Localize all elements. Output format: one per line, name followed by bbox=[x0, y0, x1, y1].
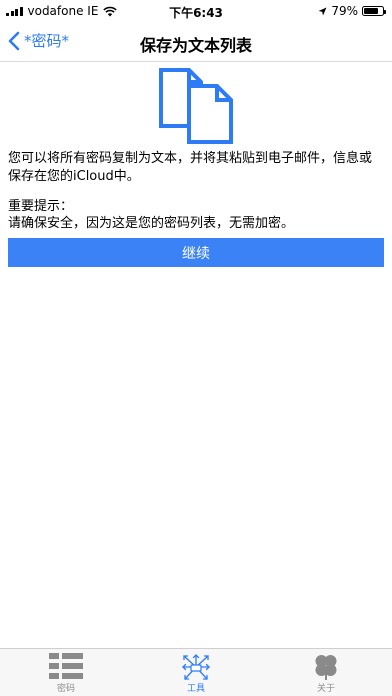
tab-bar: 密码 工具 关于 bbox=[0, 648, 392, 696]
tab-about[interactable]: 关于 bbox=[286, 649, 366, 696]
page-title: 保存为文本列表 bbox=[139, 36, 252, 55]
note-body: 请确保安全，因为这是您的密码列表，无需加密。 bbox=[8, 216, 295, 231]
clover-icon bbox=[315, 655, 337, 680]
battery-percent: 79% bbox=[331, 4, 358, 18]
tab-label: 关于 bbox=[316, 684, 335, 694]
description-text: 您可以将所有密码复制为文本，并将其粘贴到电子邮件，信息或保存在您的iCloud中… bbox=[8, 151, 373, 184]
status-right: 79% bbox=[318, 4, 386, 18]
nav-bar: *密码* 保存为文本列表 bbox=[0, 22, 392, 62]
note-title: 重要提示： bbox=[8, 199, 74, 214]
copy-documents-icon bbox=[159, 68, 233, 144]
battery-fill bbox=[364, 8, 379, 14]
status-bar: vodafone IE 下午6:43 79% bbox=[0, 0, 392, 22]
tab-tools[interactable]: 工具 bbox=[156, 649, 236, 696]
list-icon bbox=[49, 653, 83, 679]
tab-label: 密码 bbox=[56, 684, 75, 694]
location-icon bbox=[318, 7, 327, 15]
tab-passwords[interactable]: 密码 bbox=[26, 649, 106, 696]
tools-icon bbox=[182, 654, 210, 680]
tab-label: 工具 bbox=[186, 684, 205, 694]
battery-icon bbox=[362, 6, 386, 16]
continue-button[interactable]: 继续 bbox=[8, 238, 384, 267]
